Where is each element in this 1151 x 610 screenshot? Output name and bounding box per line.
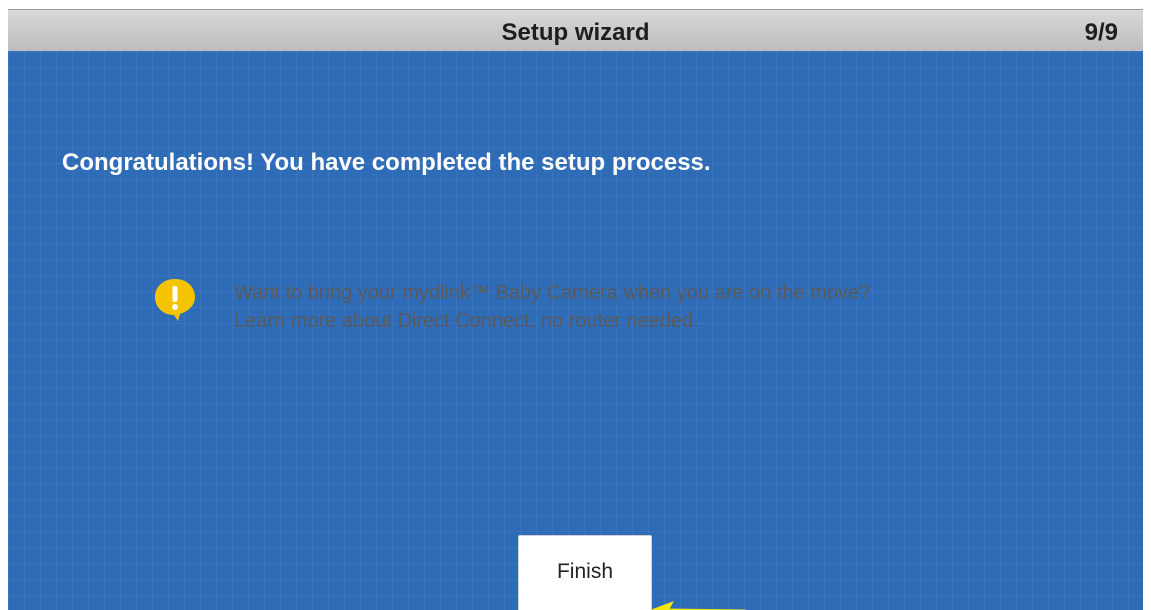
tip-line-1: Want to bring your mydlink™ Baby Camera … xyxy=(234,282,871,304)
wizard-content: Congratulations! You have completed the … xyxy=(8,51,1143,610)
title-bar: Setup wizard 9/9 xyxy=(8,9,1143,51)
tip-line-2: Learn more about Direct Connect, no rout… xyxy=(234,310,699,332)
step-counter: 9/9 xyxy=(1084,19,1118,46)
page-title: Setup wizard xyxy=(501,19,650,46)
finish-button[interactable]: Finish xyxy=(518,535,652,610)
arrow-left-icon xyxy=(650,601,747,610)
setup-wizard-window: Setup wizard 9/9 Congratulations! You ha… xyxy=(8,9,1143,610)
exclamation-speech-bubble-icon xyxy=(155,279,195,321)
direct-connect-tip[interactable]: Want to bring your mydlink™ Baby Camera … xyxy=(234,279,870,335)
completion-message: Congratulations! You have completed the … xyxy=(62,149,711,176)
